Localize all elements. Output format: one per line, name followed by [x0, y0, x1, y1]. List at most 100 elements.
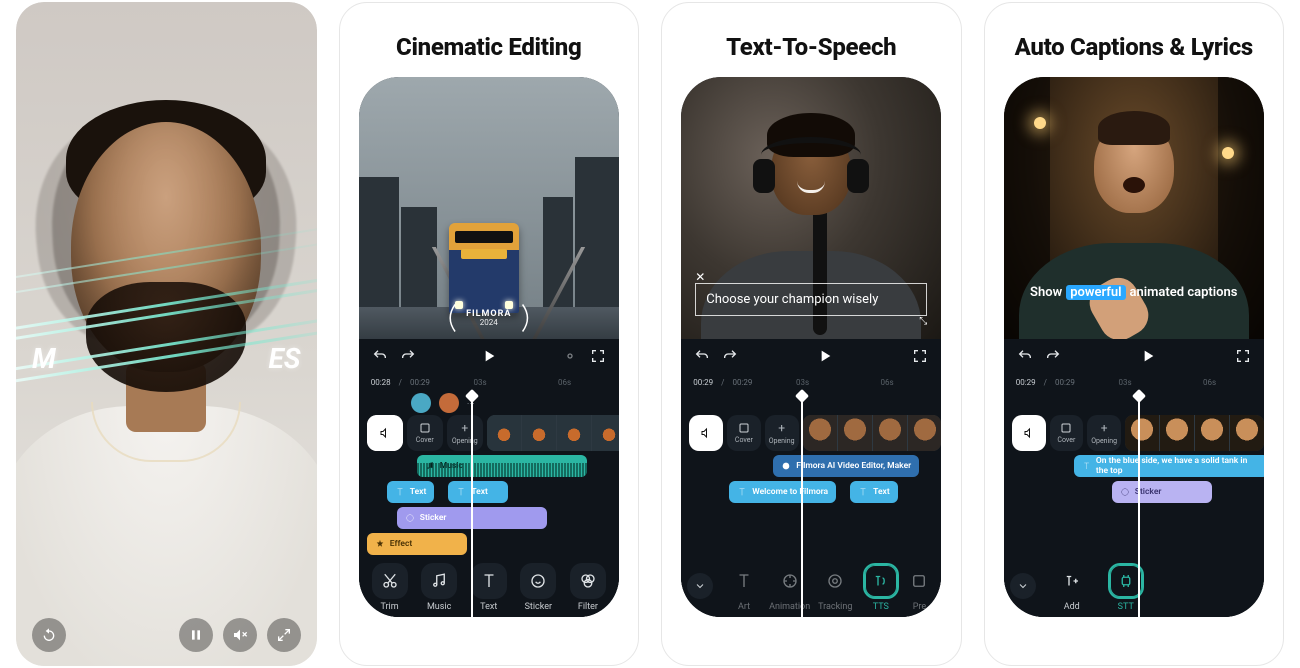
- panel-4-card: Auto Captions & Lyrics Show powerful ani…: [984, 2, 1285, 666]
- restart-button[interactable]: [32, 618, 66, 652]
- music-track[interactable]: Music: [417, 455, 587, 477]
- current-time: 00:29: [1016, 378, 1036, 387]
- text-button[interactable]: Text: [467, 563, 511, 612]
- video-preview-4[interactable]: Show powerful animated captions: [1004, 77, 1264, 347]
- track-mute-button-2[interactable]: [367, 415, 403, 451]
- panel-3-card: Text-To-Speech ✕ Choose your champion wi…: [661, 2, 962, 666]
- video-preview-3[interactable]: ✕ Choose your champion wisely ⤡: [681, 77, 941, 347]
- fullscreen-button[interactable]: [1234, 347, 1252, 365]
- close-icon[interactable]: ✕: [695, 270, 705, 284]
- sticker-button[interactable]: Sticker: [516, 563, 560, 612]
- art-button[interactable]: Art: [722, 563, 766, 612]
- caption-overlay: Show powerful animated captions: [1016, 285, 1252, 300]
- track-mute-button[interactable]: [1012, 415, 1046, 451]
- redo-button[interactable]: [721, 347, 739, 365]
- track-mute-button[interactable]: [689, 415, 723, 451]
- timeline[interactable]: Cover +Opening + Music Text Text Sticke: [359, 415, 619, 559]
- sticker-pill[interactable]: Sticker: [1112, 481, 1212, 503]
- playhead[interactable]: [1138, 393, 1140, 617]
- redo-button[interactable]: [1044, 347, 1062, 365]
- mute-button[interactable]: [223, 618, 257, 652]
- overlay-letters: M ES: [16, 342, 317, 375]
- collapse-button[interactable]: [1010, 573, 1036, 599]
- lamp-icon: [1222, 147, 1234, 159]
- playhead[interactable]: [471, 393, 473, 617]
- play-button[interactable]: [1139, 347, 1157, 365]
- animation-button[interactable]: Animation: [768, 563, 812, 612]
- panel-2-card: Cinematic Editing FILMORA2024: [339, 2, 640, 666]
- total-time: 00:29: [732, 378, 752, 387]
- panel-2-phone: FILMORA2024: [359, 77, 619, 617]
- expand-corner-icon[interactable]: ⤡: [919, 316, 927, 327]
- lamp-icon: [1034, 117, 1046, 129]
- current-time: 00:28: [371, 378, 391, 387]
- opening-button[interactable]: +Opening: [1087, 415, 1121, 451]
- play-button[interactable]: [816, 347, 834, 365]
- redo-button[interactable]: [399, 347, 417, 365]
- caption-highlight: powerful: [1066, 285, 1125, 300]
- overlay-letter-right: ES: [269, 342, 301, 375]
- opening-button[interactable]: +Opening: [765, 415, 799, 451]
- pause-button[interactable]: [179, 618, 213, 652]
- editor-panel-4: 00:29/00:29 03s06s Cover +Opening: [1004, 339, 1264, 617]
- add-button[interactable]: Add: [1050, 563, 1094, 612]
- trim-button[interactable]: Trim: [368, 563, 412, 612]
- cover-button[interactable]: Cover: [407, 415, 443, 451]
- video-track[interactable]: +: [487, 415, 619, 451]
- undo-button[interactable]: [693, 347, 711, 365]
- toolbar-4: Add STT: [1004, 557, 1264, 617]
- playhead[interactable]: [801, 393, 803, 617]
- text-track-1[interactable]: Text: [387, 481, 435, 503]
- fullscreen-button[interactable]: [911, 347, 929, 365]
- fullscreen-button[interactable]: [589, 347, 607, 365]
- cover-button[interactable]: Cover: [1050, 415, 1084, 451]
- tram-graphic: [449, 223, 519, 313]
- editor-panel: 00:28/00:29 03s06s ⋯: [359, 339, 619, 617]
- filter-button[interactable]: Filter: [566, 563, 610, 612]
- pre-button[interactable]: Pre: [904, 563, 934, 612]
- gallery-slot-1: M ES: [16, 2, 317, 666]
- filmora-pill[interactable]: Filmora AI Video Editor, Maker: [773, 455, 919, 477]
- expand-button[interactable]: [267, 618, 301, 652]
- panel-2-title: Cinematic Editing: [340, 33, 639, 61]
- video-track[interactable]: [1125, 415, 1264, 451]
- toolbar: Trim Music Text Sticker Filter: [359, 557, 619, 617]
- panel-4-phone: Show powerful animated captions: [1004, 77, 1264, 617]
- effect-track[interactable]: Effect: [367, 533, 467, 555]
- timeline-4[interactable]: Cover +Opening On the blue side, we have…: [1004, 391, 1264, 507]
- cover-button[interactable]: Cover: [727, 415, 761, 451]
- opening-button[interactable]: +Opening: [447, 415, 483, 451]
- text-track-2[interactable]: Text: [448, 481, 508, 503]
- panel-4-title: Auto Captions & Lyrics: [985, 33, 1284, 61]
- tts-button[interactable]: TTS: [859, 563, 903, 612]
- overlay-letter-left: M: [32, 342, 56, 375]
- text-pill[interactable]: Text: [850, 481, 898, 503]
- gallery-slot-3: Text-To-Speech ✕ Choose your champion wi…: [661, 2, 962, 666]
- tts-text-box[interactable]: ✕ Choose your champion wisely ⤡: [695, 283, 927, 316]
- editor-panel-3: 00:29/00:29 03s06s Cover +Opening: [681, 339, 941, 617]
- video-track[interactable]: [803, 415, 942, 451]
- music-button[interactable]: Music: [417, 563, 461, 612]
- panel-3-title: Text-To-Speech: [662, 33, 961, 61]
- video-preview[interactable]: FILMORA2024: [359, 77, 619, 347]
- gallery-slot-2: Cinematic Editing FILMORA2024: [339, 2, 640, 666]
- collapse-button[interactable]: [687, 573, 713, 599]
- undo-button[interactable]: [371, 347, 389, 365]
- undo-button[interactable]: [1016, 347, 1034, 365]
- play-button[interactable]: [480, 347, 498, 365]
- tracking-button[interactable]: Tracking: [813, 563, 857, 612]
- person-graphic: [771, 125, 851, 215]
- timeline-3[interactable]: Cover +Opening Filmora AI Video Editor, …: [681, 391, 941, 507]
- stt-button[interactable]: STT: [1104, 563, 1148, 612]
- total-time: 00:29: [1055, 378, 1075, 387]
- avatar-1-icon: [411, 393, 431, 413]
- settings-icon[interactable]: [561, 347, 579, 365]
- welcome-pill[interactable]: Welcome to Filmora: [729, 481, 836, 503]
- total-time: 00:29: [410, 378, 430, 387]
- current-time: 00:29: [693, 378, 713, 387]
- time-bar: 00:28/00:29 03s06s: [359, 373, 619, 391]
- person-graphic-2: [1094, 119, 1174, 213]
- headphones-icon: [753, 137, 869, 207]
- caption-text-pill[interactable]: On the blue side, we have a solid tank i…: [1074, 455, 1264, 477]
- gallery-slot-4: Auto Captions & Lyrics Show powerful ani…: [984, 2, 1285, 666]
